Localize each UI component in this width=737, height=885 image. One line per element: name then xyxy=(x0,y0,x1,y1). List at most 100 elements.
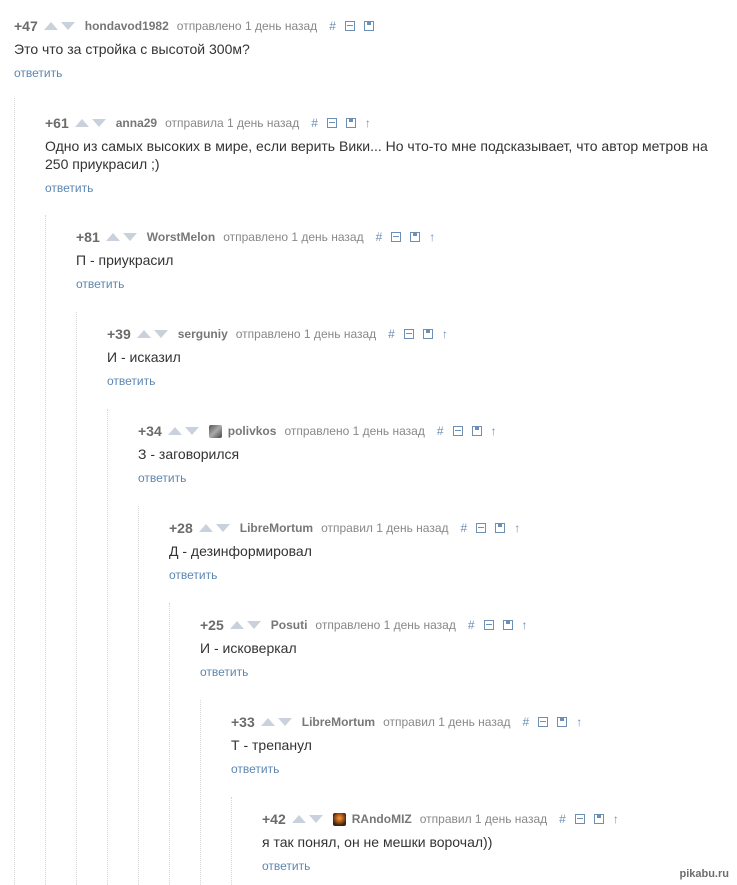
parent-arrow-icon[interactable]: ↑ xyxy=(613,812,619,826)
save-icon[interactable] xyxy=(422,329,433,339)
collapse-icon[interactable] xyxy=(326,118,337,128)
parent-arrow-icon[interactable]: ↑ xyxy=(576,715,582,729)
hash-link-icon[interactable]: # xyxy=(523,715,530,729)
save-icon[interactable] xyxy=(410,232,421,242)
hash-link-icon[interactable]: # xyxy=(468,618,475,632)
user-avatar-icon[interactable] xyxy=(332,812,346,826)
downvote-icon[interactable] xyxy=(153,330,168,338)
rating: +81 xyxy=(76,229,100,245)
comment-header: +42 RAndoMIZ отправил 1 день назад # ↑ xyxy=(262,810,722,828)
reply-link[interactable]: ответить xyxy=(107,374,707,388)
save-icon[interactable] xyxy=(557,717,568,727)
save-icon[interactable] xyxy=(495,523,506,533)
comment-header: +34 polivkos отправлено 1 день назад # ↑ xyxy=(138,422,718,440)
reply-link[interactable]: ответить xyxy=(138,471,718,485)
reply-link[interactable]: ответить xyxy=(14,66,724,80)
reply-link[interactable]: ответить xyxy=(45,181,715,195)
hash-link-icon[interactable]: # xyxy=(311,116,318,130)
upvote-icon[interactable] xyxy=(105,233,120,241)
save-icon[interactable] xyxy=(345,118,356,128)
timestamp: отправил 1 день назад xyxy=(321,521,449,535)
downvote-icon[interactable] xyxy=(91,119,106,127)
username[interactable]: anna29 xyxy=(116,116,157,130)
comment-header: +39 serguniy отправлено 1 день назад # ↑ xyxy=(107,325,707,343)
reply-link[interactable]: ответить xyxy=(231,762,721,776)
reply-link[interactable]: ответить xyxy=(76,277,716,291)
hash-link-icon[interactable]: # xyxy=(388,327,395,341)
thread-line xyxy=(200,700,201,885)
collapse-icon[interactable] xyxy=(483,620,494,630)
comment: +61 anna29 отправила 1 день назад # ↑ Од… xyxy=(45,114,715,195)
comment-text: З - заговорился xyxy=(138,446,240,462)
hash-link-icon[interactable]: # xyxy=(559,812,566,826)
downvote-icon[interactable] xyxy=(60,22,75,30)
collapse-icon[interactable] xyxy=(538,717,549,727)
hash-link-icon[interactable]: # xyxy=(461,521,468,535)
upvote-icon[interactable] xyxy=(136,330,151,338)
username[interactable]: RAndoMIZ xyxy=(352,812,412,826)
reply-link[interactable]: ответить xyxy=(262,859,722,873)
comment: +28 LibreMortum отправил 1 день назад # … xyxy=(169,519,719,582)
comment-header: +25 Posuti отправлено 1 день назад # ↑ xyxy=(200,616,720,634)
parent-arrow-icon[interactable]: ↑ xyxy=(522,618,528,632)
save-icon[interactable] xyxy=(593,814,604,824)
thread-line xyxy=(138,506,139,885)
username[interactable]: LibreMortum xyxy=(240,521,313,535)
comment: +34 polivkos отправлено 1 день назад # ↑… xyxy=(138,422,718,485)
username[interactable]: LibreMortum xyxy=(302,715,375,729)
rating: +33 xyxy=(231,714,255,730)
downvote-icon[interactable] xyxy=(246,621,261,629)
parent-arrow-icon[interactable]: ↑ xyxy=(365,116,371,130)
parent-arrow-icon[interactable]: ↑ xyxy=(514,521,520,535)
timestamp: отправила 1 день назад xyxy=(165,116,300,130)
collapse-icon[interactable] xyxy=(574,814,585,824)
downvote-icon[interactable] xyxy=(184,427,199,435)
comment: +42 RAndoMIZ отправил 1 день назад # ↑ я… xyxy=(262,810,722,873)
username[interactable]: serguniy xyxy=(178,327,228,341)
rating: +39 xyxy=(107,326,131,342)
upvote-icon[interactable] xyxy=(43,22,58,30)
rating: +42 xyxy=(262,811,286,827)
collapse-icon[interactable] xyxy=(452,426,463,436)
collapse-icon[interactable] xyxy=(391,232,402,242)
hash-link-icon[interactable]: # xyxy=(329,19,336,33)
parent-arrow-icon[interactable]: ↑ xyxy=(442,327,448,341)
downvote-icon[interactable] xyxy=(308,815,323,823)
timestamp: отправлено 1 день назад xyxy=(223,230,364,244)
timestamp: отправлено 1 день назад xyxy=(284,424,425,438)
save-icon[interactable] xyxy=(471,426,482,436)
parent-arrow-icon[interactable]: ↑ xyxy=(429,230,435,244)
hash-link-icon[interactable]: # xyxy=(437,424,444,438)
rating: +28 xyxy=(169,520,193,536)
collapse-icon[interactable] xyxy=(476,523,487,533)
username[interactable]: WorstMelon xyxy=(147,230,215,244)
comment-text: Это что за стройка с высотой 300м? xyxy=(14,41,250,57)
username[interactable]: Posuti xyxy=(271,618,308,632)
thread-line xyxy=(169,603,170,885)
reply-link[interactable]: ответить xyxy=(169,568,719,582)
upvote-icon[interactable] xyxy=(229,621,244,629)
comment: +47 hondavod1982 отправлено 1 день назад… xyxy=(14,17,724,80)
collapse-icon[interactable] xyxy=(403,329,414,339)
downvote-icon[interactable] xyxy=(122,233,137,241)
comment-text: я так понял, он не мешки ворочал)) xyxy=(262,834,493,850)
save-icon[interactable] xyxy=(363,21,374,31)
reply-link[interactable]: ответить xyxy=(200,665,720,679)
rating: +25 xyxy=(200,617,224,633)
downvote-icon[interactable] xyxy=(277,718,292,726)
upvote-icon[interactable] xyxy=(167,427,182,435)
upvote-icon[interactable] xyxy=(291,815,306,823)
user-avatar-icon[interactable] xyxy=(208,424,222,438)
username[interactable]: hondavod1982 xyxy=(85,19,169,33)
upvote-icon[interactable] xyxy=(74,119,89,127)
hash-link-icon[interactable]: # xyxy=(376,230,383,244)
save-icon[interactable] xyxy=(502,620,513,630)
upvote-icon[interactable] xyxy=(198,524,213,532)
collapse-icon[interactable] xyxy=(344,21,355,31)
downvote-icon[interactable] xyxy=(215,524,230,532)
rating: +34 xyxy=(138,423,162,439)
upvote-icon[interactable] xyxy=(260,718,275,726)
parent-arrow-icon[interactable]: ↑ xyxy=(491,424,497,438)
comment-header: +28 LibreMortum отправил 1 день назад # … xyxy=(169,519,719,537)
username[interactable]: polivkos xyxy=(228,424,277,438)
